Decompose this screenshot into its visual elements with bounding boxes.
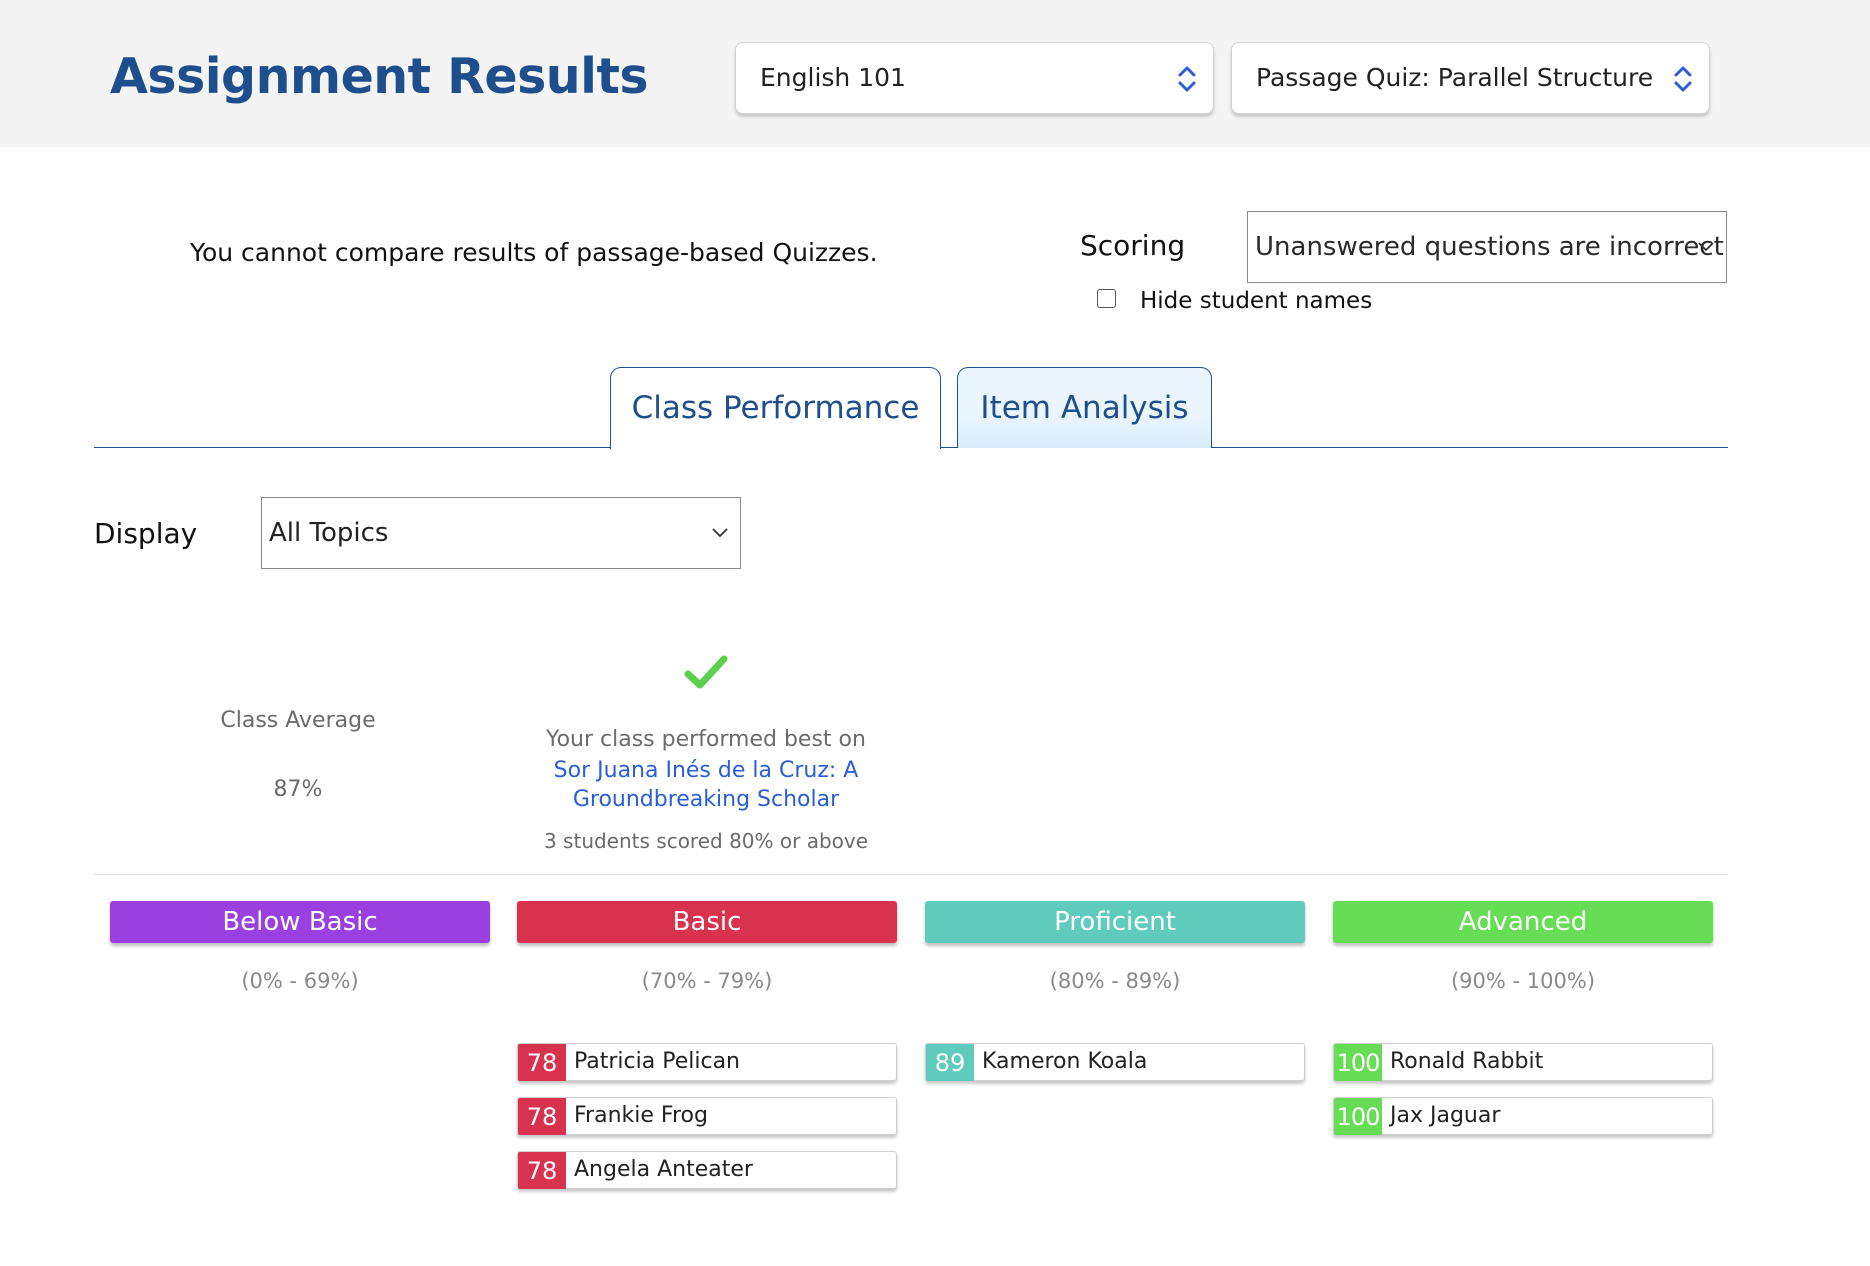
student-card[interactable]: 100 Ronald Rabbit: [1333, 1043, 1713, 1081]
student-card[interactable]: 78 Angela Anteater: [517, 1151, 897, 1189]
band-range-below-basic: (0% - 69%): [241, 969, 359, 993]
student-score-badge: 100: [1334, 1098, 1382, 1135]
student-name: Angela Anteater: [574, 1157, 753, 1182]
student-name: Kameron Koala: [982, 1049, 1148, 1074]
band-range-advanced: (90% - 100%): [1450, 969, 1596, 993]
student-name: Ronald Rabbit: [1390, 1049, 1544, 1074]
band-header-basic: Basic: [517, 901, 897, 943]
course-select-value: English 101: [760, 63, 906, 92]
student-card[interactable]: 78 Frankie Frog: [517, 1097, 897, 1135]
scoring-select[interactable]: Unanswered questions are incorrect: [1247, 211, 1727, 283]
display-select[interactable]: All Topics: [261, 497, 741, 569]
student-card[interactable]: 100 Jax Jaguar: [1333, 1097, 1713, 1135]
scoring-select-value: Unanswered questions are incorrect: [1255, 232, 1724, 262]
student-name: Patricia Pelican: [574, 1049, 740, 1074]
student-score-badge: 100: [1334, 1044, 1382, 1081]
student-score-badge: 78: [518, 1098, 566, 1135]
display-select-value: All Topics: [269, 518, 389, 548]
student-name: Jax Jaguar: [1390, 1103, 1501, 1128]
top-bar: Assignment Results English 101 Passage Q…: [0, 0, 1870, 147]
display-label: Display: [94, 517, 198, 550]
band-header-below-basic: Below Basic: [110, 901, 490, 943]
tab-class-performance[interactable]: Class Performance: [610, 367, 941, 449]
scoring-label: Scoring: [1080, 229, 1186, 262]
chevron-down-icon: [712, 528, 728, 538]
student-score-badge: 78: [518, 1152, 566, 1189]
student-card[interactable]: 78 Patricia Pelican: [517, 1043, 897, 1081]
best-count-text: 3 students scored 80% or above: [543, 829, 869, 853]
chevron-up-down-icon: [1178, 66, 1196, 92]
student-score-badge: 78: [518, 1044, 566, 1081]
band-header-advanced: Advanced: [1333, 901, 1713, 943]
quiz-select[interactable]: Passage Quiz: Parallel Structure: [1231, 42, 1710, 114]
hide-names-label[interactable]: Hide student names: [1140, 288, 1372, 314]
best-topic-link[interactable]: Sor Juana Inés de la Cruz: A Groundbreak…: [516, 756, 896, 814]
chevron-down-icon: [1698, 242, 1714, 252]
course-select[interactable]: English 101: [735, 42, 1214, 114]
band-range-basic: (70% - 79%): [641, 969, 773, 993]
chevron-up-down-icon: [1674, 66, 1692, 92]
tab-item-analysis[interactable]: Item Analysis: [957, 367, 1212, 448]
best-performance-text: Your class performed best on: [546, 727, 866, 752]
student-card[interactable]: 89 Kameron Koala: [925, 1043, 1305, 1081]
class-average-label: Class Average: [220, 708, 376, 733]
section-divider: [94, 874, 1728, 875]
hide-names-checkbox[interactable]: [1097, 289, 1116, 308]
class-average-value: 87%: [273, 777, 323, 802]
compare-notice: You cannot compare results of passage-ba…: [190, 238, 878, 267]
student-score-badge: 89: [926, 1044, 974, 1081]
page-title: Assignment Results: [110, 48, 649, 105]
checkmark-icon: [684, 655, 728, 689]
student-name: Frankie Frog: [574, 1103, 708, 1128]
quiz-select-value: Passage Quiz: Parallel Structure: [1256, 63, 1654, 92]
band-range-proficient: (80% - 89%): [1049, 969, 1181, 993]
band-header-proficient: Proficient: [925, 901, 1305, 943]
